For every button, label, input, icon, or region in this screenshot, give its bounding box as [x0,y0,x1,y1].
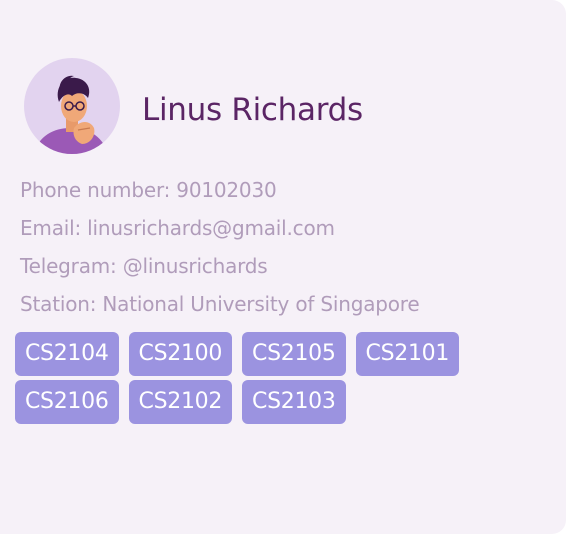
contact-details: Phone number: 90102030 Email: linusricha… [20,172,420,324]
phone-number: Phone number: 90102030 [20,178,277,202]
module-tag: CS2100 [128,332,233,376]
contact-card[interactable]: Linus Richards Phone number: 90102030 Em… [0,0,566,534]
module-tags: CS2104 CS2100 CS2105 CS2101 CS2106 CS210… [15,332,555,428]
contact-name: Linus Richards [142,92,363,128]
card-header: Linus Richards [24,58,363,154]
module-tag: CS2102 [128,380,233,424]
email-address: Email: linusrichards@gmail.com [20,216,335,240]
person-avatar-icon [34,75,108,154]
station: Station: National University of Singapor… [20,292,420,316]
avatar [24,58,120,154]
module-tag: CS2101 [355,332,460,376]
module-tag: CS2103 [242,380,346,424]
tag-row: CS2104 CS2100 CS2105 CS2101 [15,332,555,376]
module-tag: CS2106 [15,380,119,424]
tag-row: CS2106 CS2102 CS2103 [15,380,555,424]
module-tag: CS2105 [242,332,346,376]
module-tag: CS2104 [15,332,119,376]
telegram-handle: Telegram: @linusrichards [20,254,268,278]
